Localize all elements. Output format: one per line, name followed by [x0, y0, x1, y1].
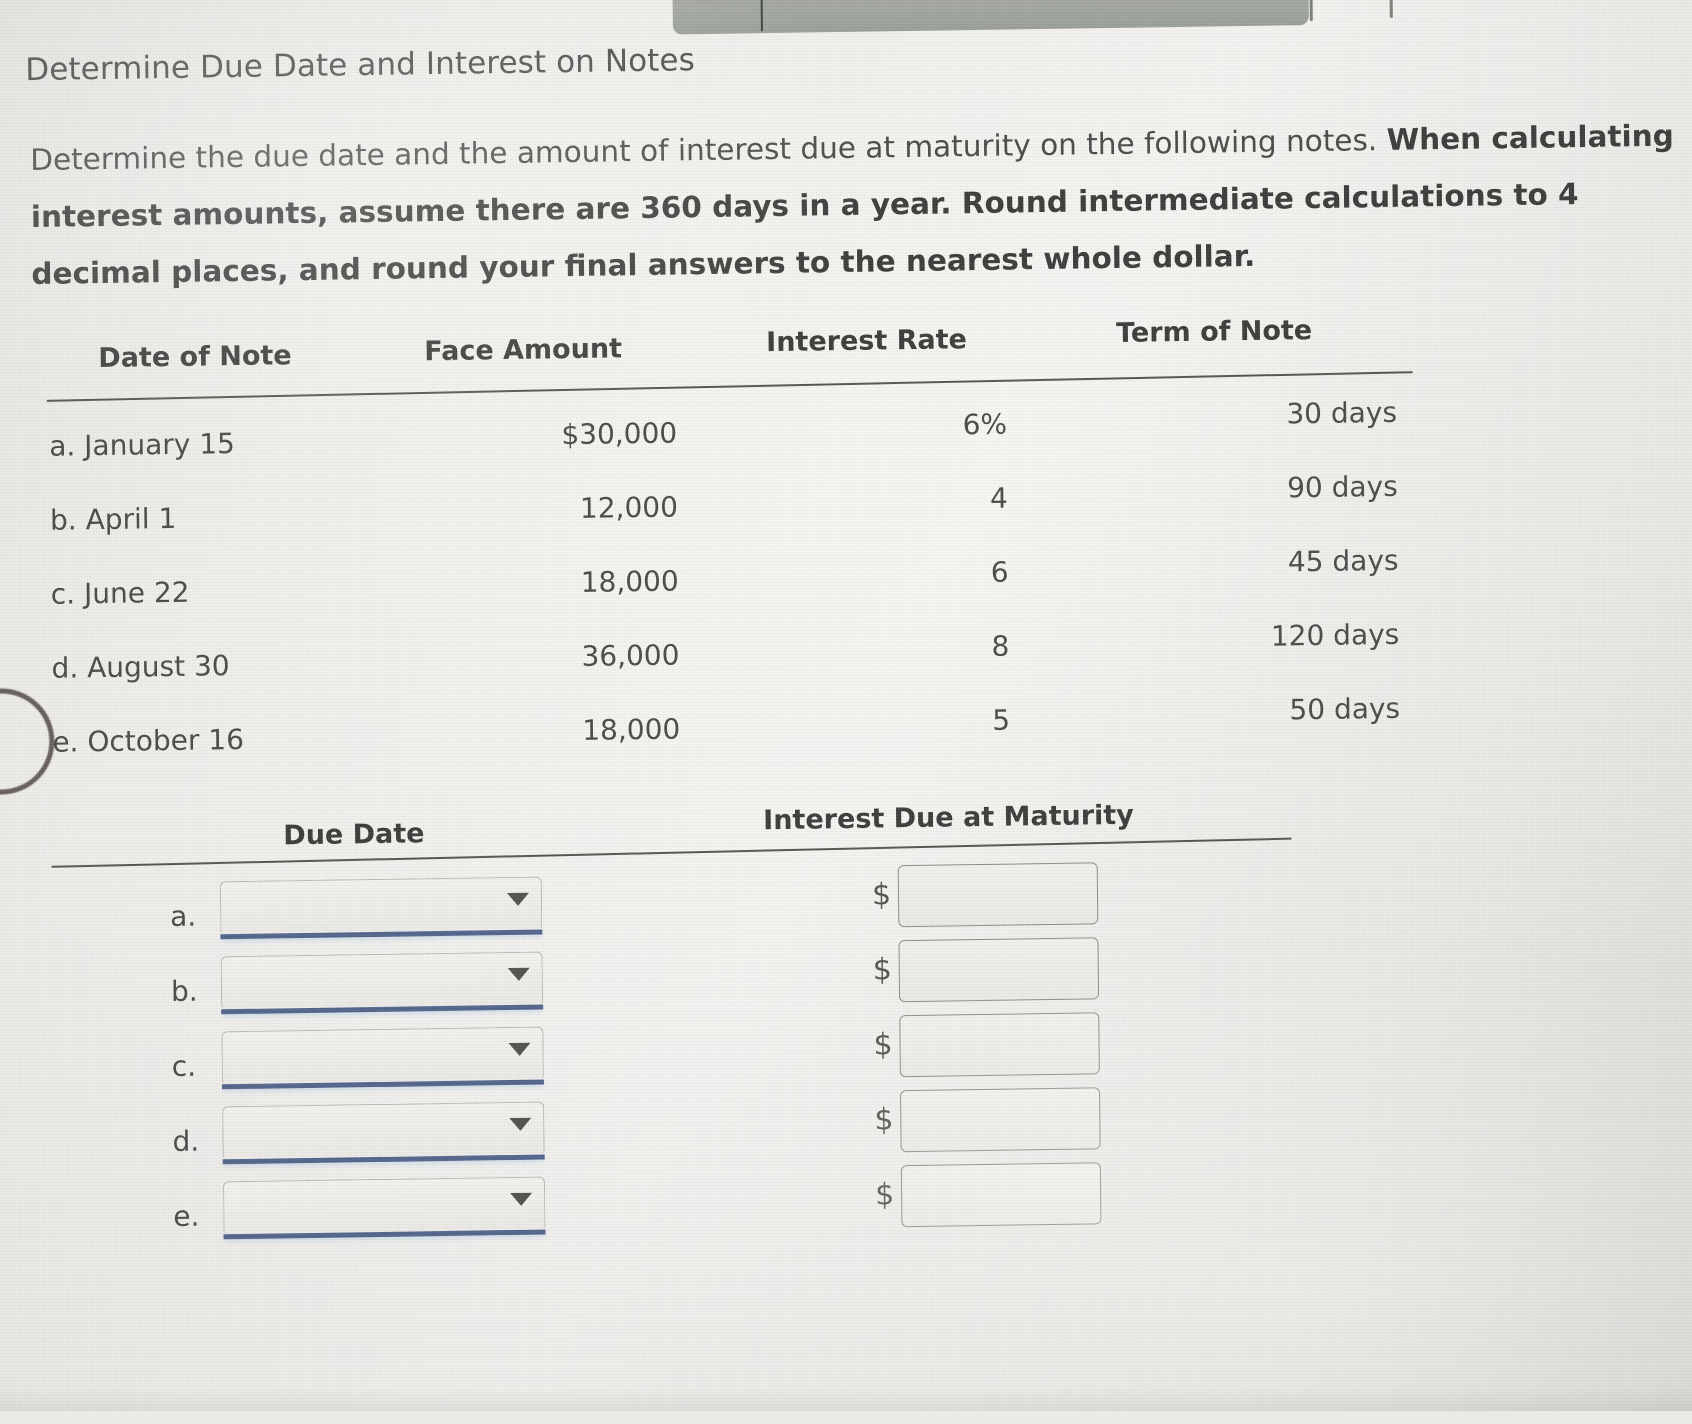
interest-due-field-d[interactable]: $: [874, 1087, 1105, 1153]
column-header-face-amount: Face Amount: [424, 333, 623, 368]
browser-chrome-tick-right: [1389, 0, 1393, 18]
due-date-select-a[interactable]: [219, 876, 543, 940]
due-date-select-box[interactable]: [222, 1176, 546, 1234]
due-date-select-e[interactable]: [222, 1176, 546, 1240]
chevron-down-icon[interactable]: [506, 892, 530, 907]
row-label: a.: [170, 899, 197, 934]
cell-interest-rate: 6%: [962, 407, 1008, 442]
browser-tab-divider: [760, 0, 763, 32]
cell-date-of-note: c. June 22: [50, 575, 190, 611]
page-title: Determine Due Date and Interest on Notes: [25, 42, 696, 89]
column-header-term-of-note: Term of Note: [1115, 315, 1313, 349]
cell-date-of-note: b. April 1: [49, 501, 177, 537]
answers-table: Due Date Interest Due at Maturity a. $ b…: [51, 789, 1292, 1240]
instructions-paragraph: Determine the due date and the amount of…: [30, 107, 1688, 303]
due-date-select-b[interactable]: [220, 951, 544, 1015]
browser-tab[interactable]: [672, 0, 1309, 35]
photo-edge-artifact: [0, 687, 55, 796]
due-date-select-d[interactable]: [222, 1101, 545, 1165]
cell-date-of-note: d. August 30: [51, 649, 230, 685]
cell-term-of-note: 90 days: [1286, 469, 1398, 505]
photo-bottom-shadow: [0, 1387, 1692, 1411]
row-label: c.: [171, 1049, 197, 1084]
cell-term-of-note: 120 days: [1270, 617, 1400, 653]
due-date-select-box[interactable]: [221, 1026, 544, 1084]
cell-term-of-note: 30 days: [1286, 395, 1398, 431]
interest-due-input[interactable]: [900, 1162, 1102, 1228]
answers-table-body: a. $ b. $ c. $ d. $ e. $: [52, 861, 1296, 1254]
notes-table-body: a. January 15 $30,000 6% 30 days b. Apri…: [47, 396, 1417, 786]
cell-term-of-note: 45 days: [1287, 543, 1399, 579]
interest-due-field-e[interactable]: $: [874, 1162, 1106, 1228]
interest-due-field-c[interactable]: $: [873, 1012, 1104, 1078]
dollar-sign-label: $: [871, 877, 892, 913]
column-header-interest-rate: Interest Rate: [766, 324, 968, 359]
cell-interest-rate: 4: [989, 481, 1009, 515]
chevron-down-icon[interactable]: [507, 967, 530, 982]
row-label: e.: [173, 1199, 200, 1234]
row-label: d.: [172, 1124, 200, 1159]
due-date-select-c[interactable]: [221, 1026, 544, 1090]
cell-date-of-note: a. January 15: [49, 427, 236, 463]
chevron-down-icon[interactable]: [509, 1117, 532, 1132]
due-date-select-box[interactable]: [222, 1101, 545, 1159]
dollar-sign-label: $: [874, 1177, 895, 1213]
interest-due-input[interactable]: [897, 862, 1099, 928]
cell-term-of-note: 50 days: [1289, 691, 1401, 727]
interest-due-input[interactable]: [899, 1012, 1100, 1078]
cell-face-amount: 18,000: [580, 564, 679, 599]
cell-interest-rate: 8: [991, 629, 1010, 663]
chevron-down-icon[interactable]: [510, 1192, 533, 1207]
interest-due-field-b[interactable]: $: [872, 937, 1103, 1003]
cell-interest-rate: 6: [990, 555, 1009, 589]
cell-interest-rate: 5: [992, 703, 1011, 737]
row-label: b.: [170, 974, 198, 1009]
chevron-down-icon[interactable]: [508, 1042, 531, 1057]
cell-date-of-note: e. October 16: [52, 722, 245, 759]
cell-face-amount: $30,000: [561, 416, 678, 452]
cell-face-amount: 36,000: [581, 638, 680, 673]
browser-chrome-tick-left: [1309, 0, 1313, 22]
instructions-normal: Determine the due date and the amount of…: [30, 122, 1387, 178]
cell-face-amount: 18,000: [582, 712, 681, 747]
due-date-select-box[interactable]: [219, 876, 543, 934]
column-header-due-date: Due Date: [283, 818, 425, 852]
dollar-sign-label: $: [872, 952, 893, 988]
interest-due-input[interactable]: [898, 937, 1100, 1003]
due-date-select-box[interactable]: [220, 951, 544, 1009]
interest-due-input[interactable]: [900, 1087, 1101, 1153]
interest-due-field-a[interactable]: $: [871, 862, 1103, 928]
cell-face-amount: 12,000: [579, 490, 679, 525]
column-header-date-of-note: Date of Note: [98, 340, 292, 375]
notes-table-header-row: Date of Note Face Amount Interest Rate T…: [46, 315, 1412, 396]
column-header-interest-due: Interest Due at Maturity: [763, 799, 1134, 837]
dollar-sign-label: $: [874, 1102, 894, 1138]
notes-table: Date of Note Face Amount Interest Rate T…: [46, 315, 1413, 759]
dollar-sign-label: $: [873, 1027, 893, 1063]
